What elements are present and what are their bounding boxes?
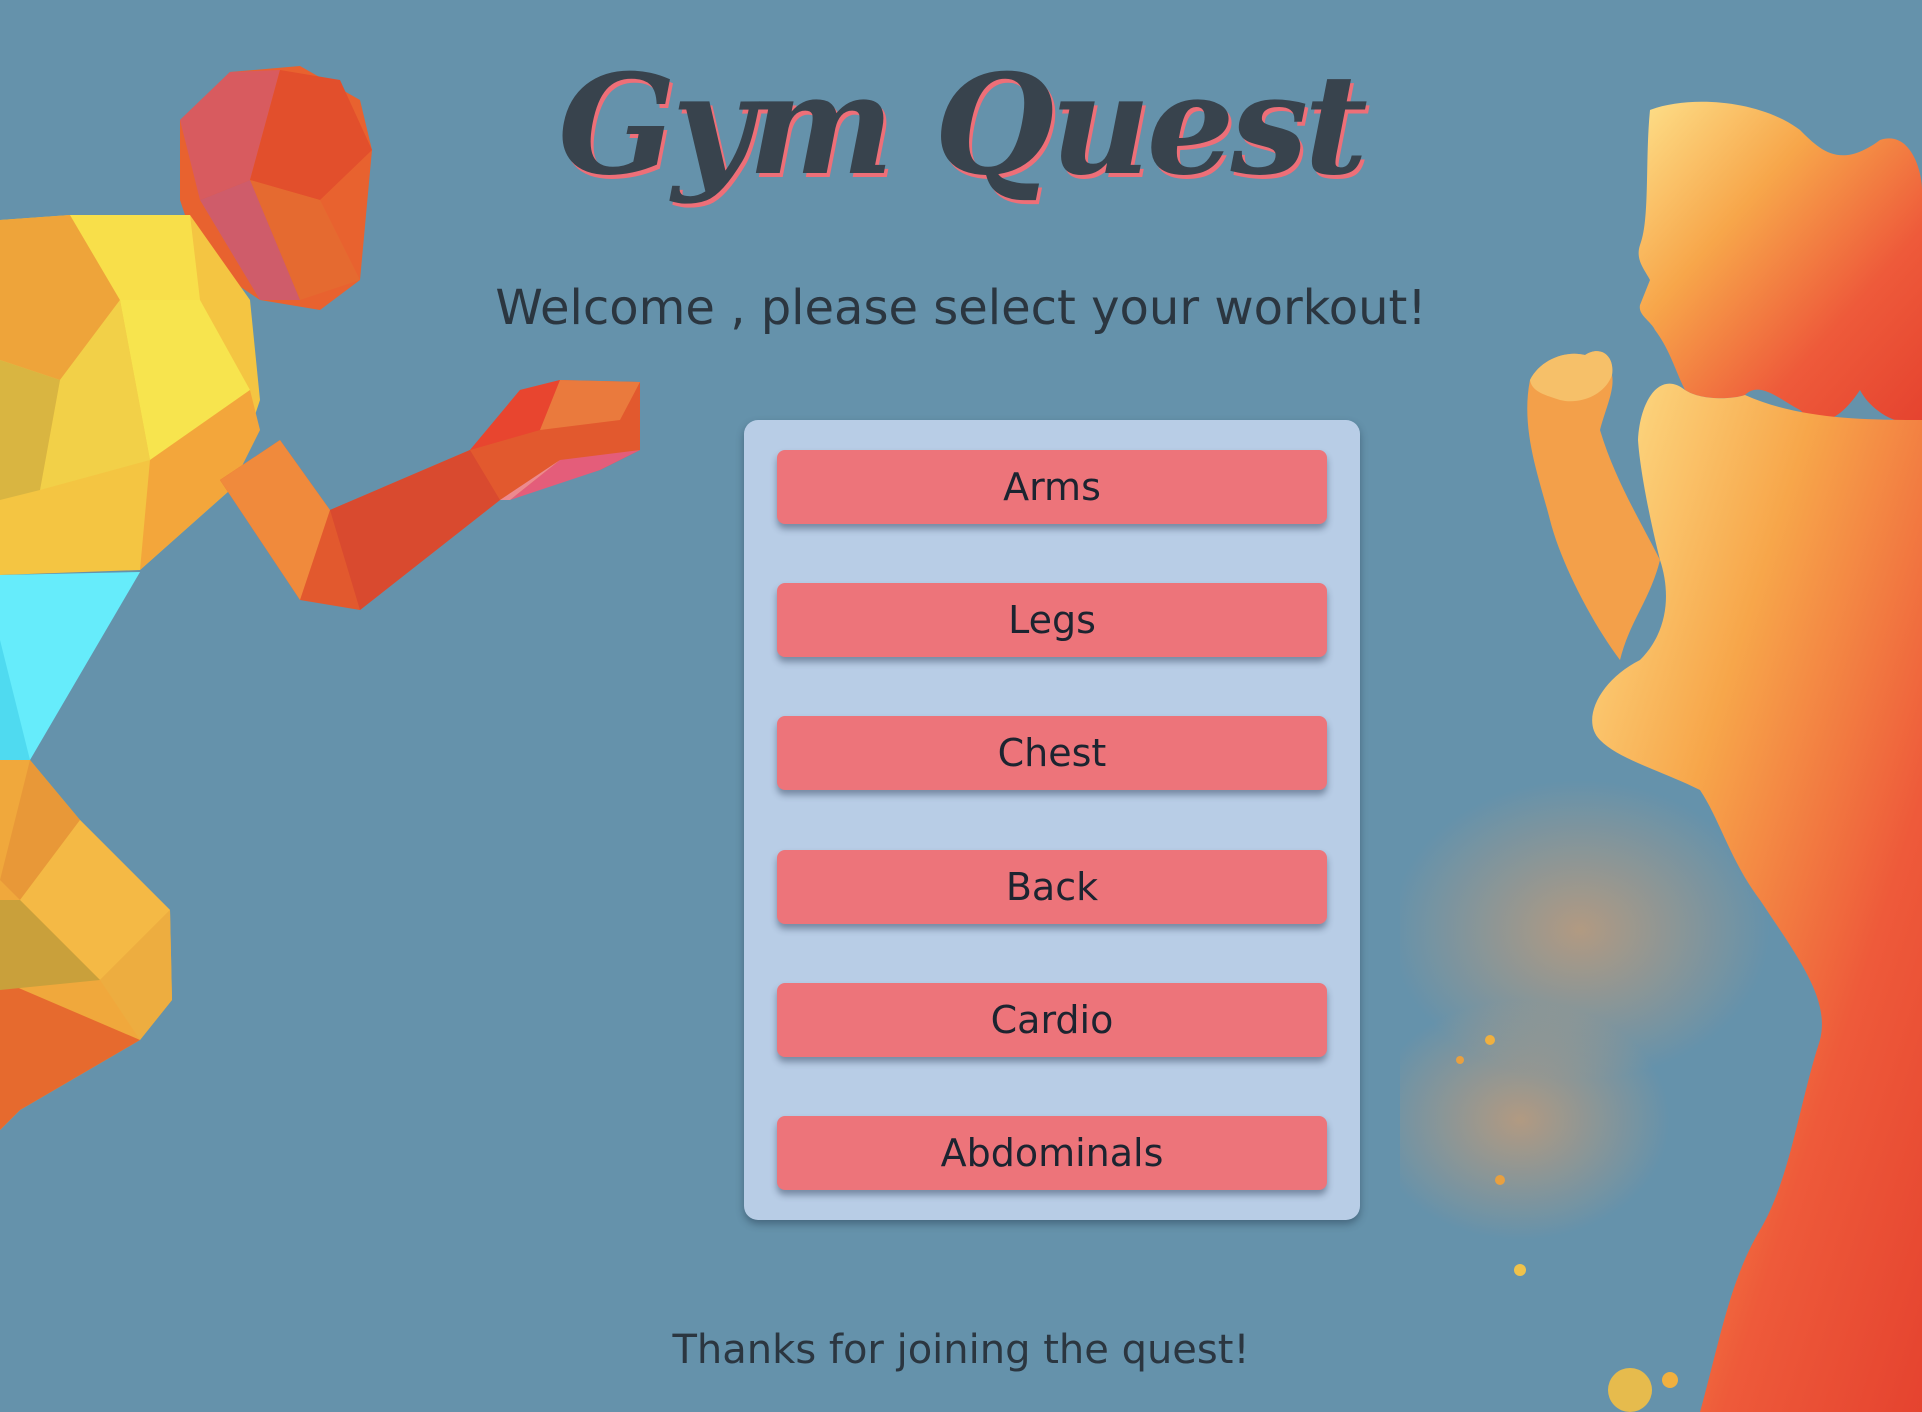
watercolor-runner-illustration	[1400, 101, 1922, 1412]
welcome-message: Welcome , please select your workout!	[495, 280, 1427, 336]
legs-workout-button[interactable]: Legs	[777, 583, 1327, 657]
arms-workout-button[interactable]: Arms	[777, 450, 1327, 524]
chest-workout-button[interactable]: Chest	[777, 716, 1327, 790]
workout-selection-panel: Arms Legs Chest Back Cardio Abdominals	[744, 420, 1360, 1220]
app-title: Gym Quest	[558, 43, 1368, 206]
abdominals-workout-button[interactable]: Abdominals	[777, 1116, 1327, 1190]
low-poly-runner-illustration	[0, 66, 640, 1130]
cardio-workout-button[interactable]: Cardio	[777, 983, 1327, 1057]
back-workout-button[interactable]: Back	[777, 850, 1327, 924]
footer-message: Thanks for joining the quest!	[672, 1327, 1250, 1373]
